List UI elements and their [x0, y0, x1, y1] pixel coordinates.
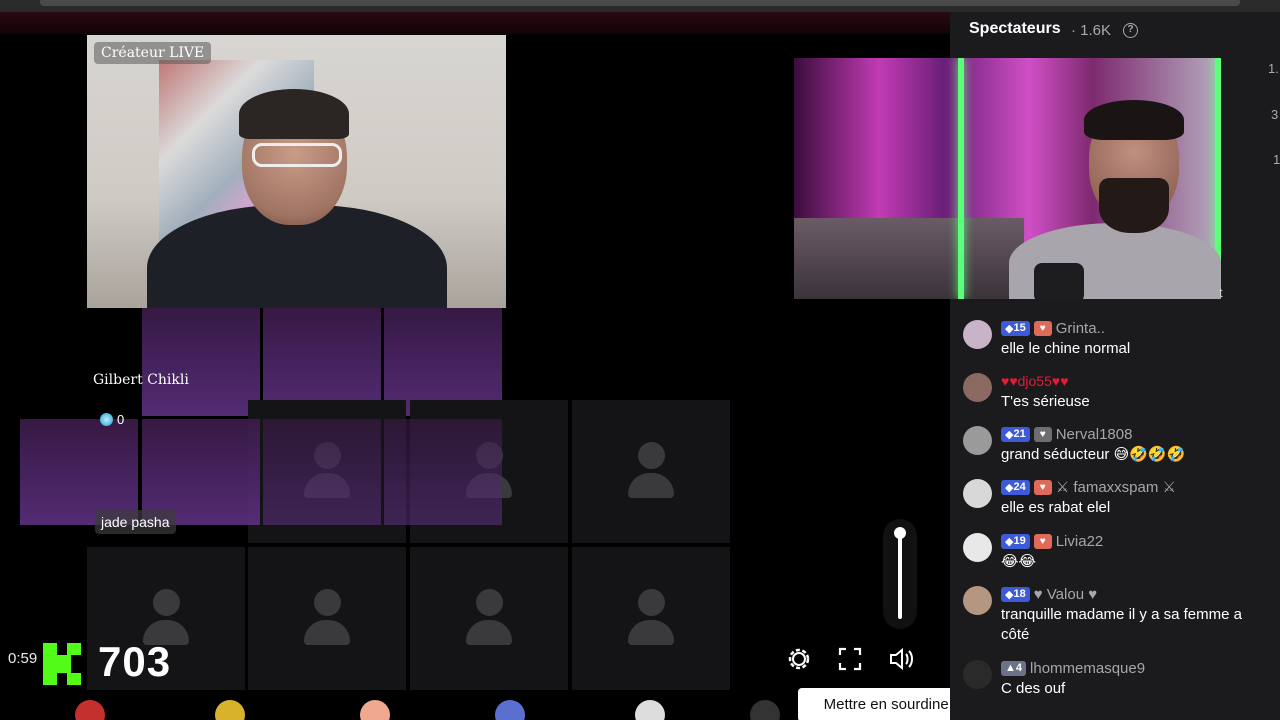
empty-seat-icon [302, 588, 352, 649]
chat-message: ◆ 24 ♥ ⚔ famaxxspam ⚔ elle es rabat elel [963, 477, 1273, 521]
gift-sunglasses-icon[interactable] [215, 700, 245, 720]
chat-message: ▲ 4 lhommemasque9 C des ouf [963, 658, 1273, 702]
chat-username[interactable]: Nerval1808 [1056, 426, 1133, 443]
gift-strawberry-icon[interactable] [75, 700, 105, 720]
microphone-icon [1034, 263, 1084, 299]
chat-username[interactable]: ♥ Valou ♥ [1034, 586, 1097, 603]
creator-live-badge: Créateur LIVE [94, 42, 212, 64]
chat-text: grand séducteur 😅🤣🤣🤣 [1001, 446, 1186, 463]
chat-username[interactable]: lhommemasque9 [1030, 660, 1145, 677]
side-number: 3 [1271, 107, 1279, 122]
chat-username[interactable]: ⚔ famaxxspam ⚔ [1056, 478, 1176, 496]
viewer-count: 703 [98, 638, 172, 685]
stream-top-strip [0, 12, 950, 34]
side-number: 1 [1273, 152, 1280, 167]
empty-seat-icon [626, 588, 676, 649]
chat-message: ◆ 18 ♥ Valou ♥ tranquille madame il y a s… [963, 584, 1273, 648]
chat-username[interactable]: ♥♥djo55♥♥ [1001, 373, 1069, 389]
spectators-title: Spectateurs [969, 20, 1061, 37]
spectators-count: · 1.6K [1071, 22, 1112, 39]
chat-text: elle le chine normal [1001, 340, 1131, 357]
guest-tile[interactable] [384, 419, 502, 525]
chat-text: C des ouf [1001, 680, 1066, 697]
level-badge: ◆ 21 [1001, 426, 1030, 442]
chat-message: ◆ 15 ♥ Grinta.. elle le chine normal [963, 318, 1273, 362]
gift-dark-icon[interactable] [750, 700, 780, 720]
heart-badge-icon: ♥ [1033, 426, 1052, 442]
chat-username[interactable]: Grinta.. [1056, 320, 1105, 337]
gift-hand-icon[interactable] [360, 700, 390, 720]
guest-name-gilbert: Gilbert Chikli [93, 372, 189, 388]
gift-row [0, 692, 950, 720]
chat-message: ♥♥djo55♥♥ T'es sérieuse [963, 371, 1273, 415]
guest-tile[interactable] [410, 547, 568, 690]
guest-name-jade: jade pasha [95, 510, 176, 534]
avatar[interactable] [963, 373, 992, 402]
guest-tile[interactable] [263, 419, 381, 525]
fullscreen-icon[interactable] [835, 644, 865, 674]
level-badge: ◆ 15 [1001, 320, 1030, 336]
help-icon[interactable]: ? [1123, 23, 1138, 38]
chat-text: 😂😂 [1001, 553, 1037, 570]
level-badge: ▲ 4 [1001, 660, 1027, 676]
avatar[interactable] [963, 479, 992, 508]
kick-logo-icon [43, 643, 81, 685]
guest-tile[interactable] [572, 547, 730, 690]
avatar[interactable] [963, 533, 992, 562]
heart-badge-icon: ♥ [1033, 533, 1052, 549]
volume-icon[interactable] [886, 644, 916, 674]
level-badge: ◆ 18 [1001, 586, 1030, 602]
truncated-text: t [1219, 285, 1223, 300]
avatar[interactable] [963, 320, 992, 349]
settings-gear-icon[interactable] [784, 644, 814, 674]
gift-star-icon[interactable] [635, 700, 665, 720]
volume-slider[interactable] [883, 519, 917, 629]
heart-badge-icon: ♥ [1033, 320, 1052, 336]
guest-tile[interactable] [142, 308, 260, 416]
guest-tile[interactable] [248, 547, 406, 690]
chat-text: T'es sérieuse [1001, 393, 1090, 410]
level-badge: ◆ 19 [1001, 533, 1030, 549]
browser-top-bar [0, 0, 1280, 12]
gem-icon [100, 412, 113, 426]
chat-message: ◆ 21 ♥ Nerval1808 grand séducteur 😅🤣🤣🤣 [963, 424, 1273, 468]
streamer-video[interactable] [794, 58, 1221, 299]
empty-seat-icon [626, 441, 676, 502]
chat-text: elle es rabat elel [1001, 499, 1111, 516]
chat-text: tranquille madame il y a sa femme a côté [1001, 606, 1242, 643]
avatar[interactable] [963, 426, 992, 455]
chat-message: ◆ 19 ♥ Livia22 😂😂 [963, 531, 1273, 575]
side-number: 1. [1268, 61, 1279, 76]
volume-knob[interactable] [894, 527, 906, 539]
guest-score-value: 0 [117, 411, 125, 427]
avatar[interactable] [963, 586, 992, 615]
stream-timer: 0:59 [8, 650, 38, 667]
level-badge: ◆ 24 [1001, 479, 1030, 495]
guest-score: 0 [100, 410, 124, 428]
empty-seat-icon [464, 588, 514, 649]
gift-globe-icon[interactable] [495, 700, 525, 720]
chat-username[interactable]: Livia22 [1056, 533, 1104, 550]
creator-person [147, 89, 447, 308]
guest-tile[interactable] [572, 400, 730, 543]
creator-video[interactable] [87, 35, 506, 308]
avatar[interactable] [963, 660, 992, 689]
heart-badge-icon: ♥ [1033, 479, 1052, 495]
